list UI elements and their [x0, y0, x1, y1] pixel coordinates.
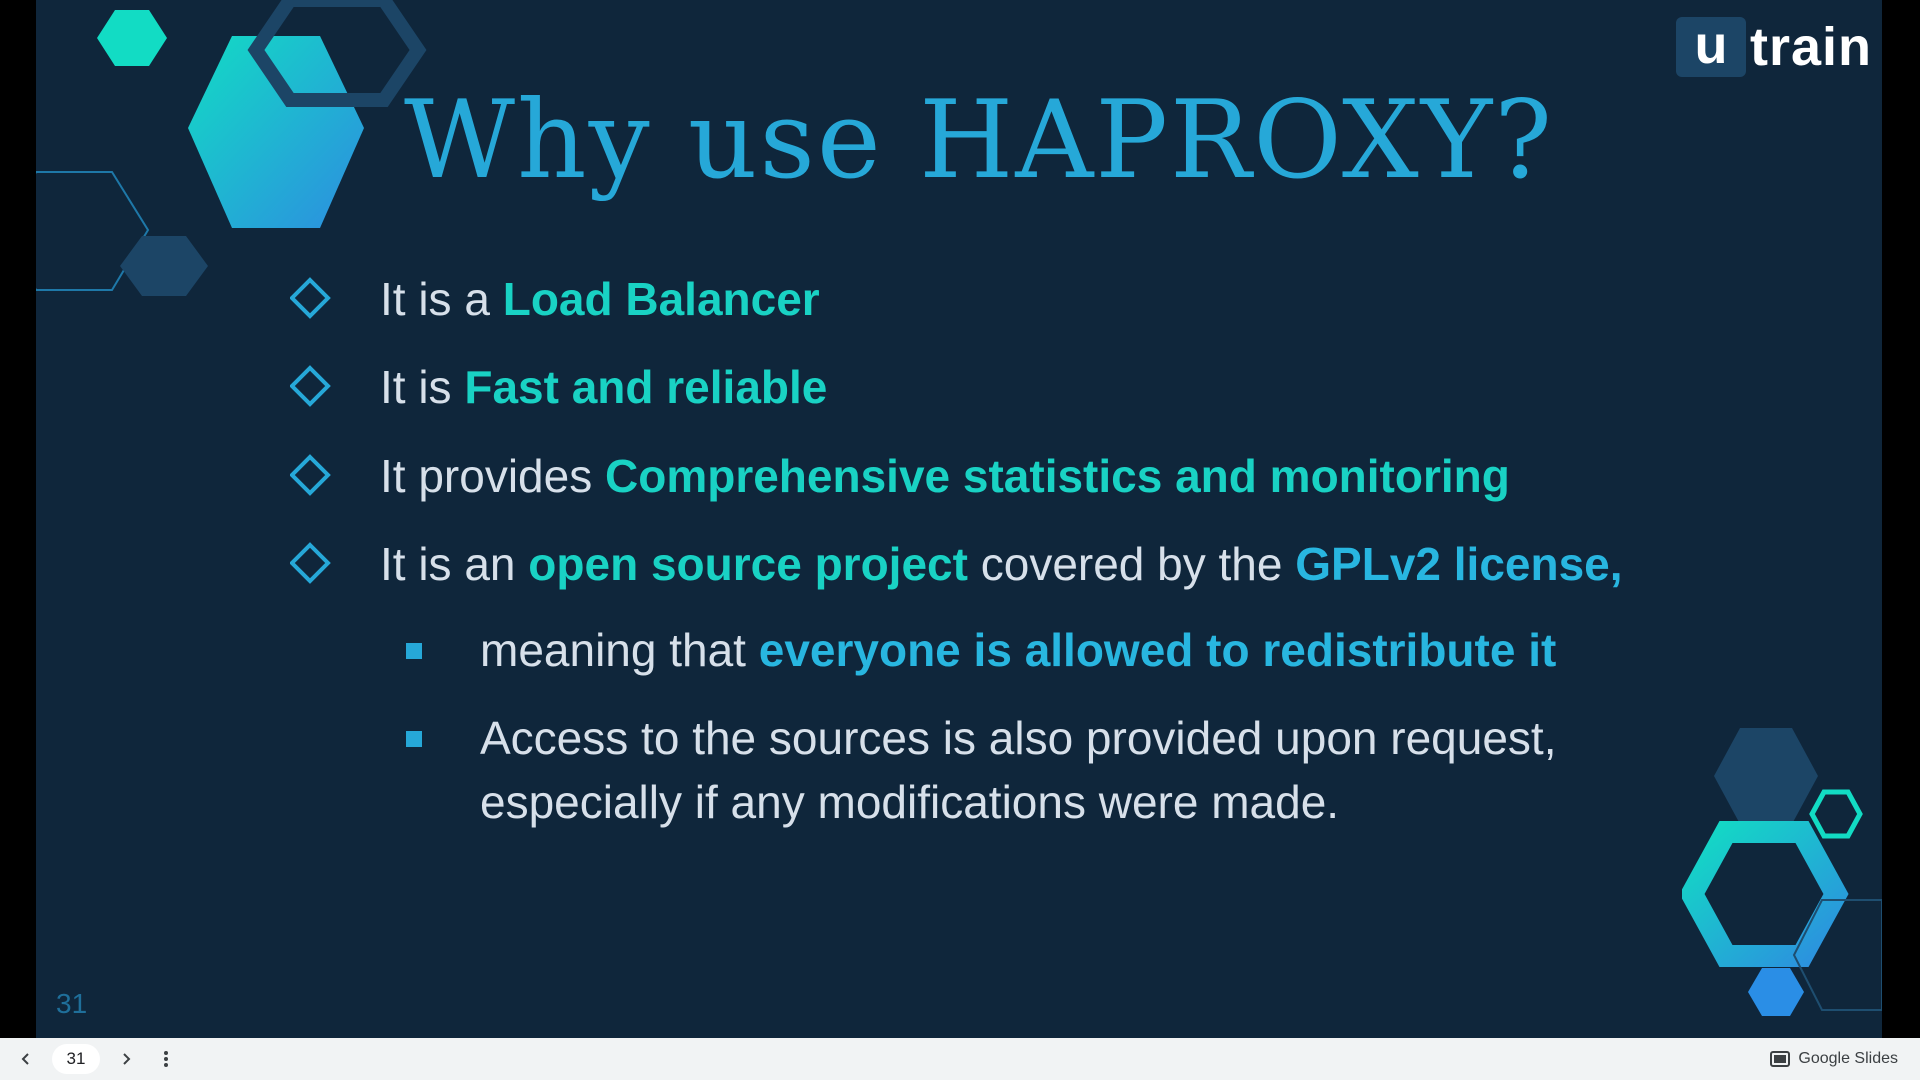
square-bullet-icon	[406, 731, 422, 747]
diamond-bullet-icon	[290, 449, 352, 501]
hexagon-shape	[1809, 789, 1863, 839]
logo-u-mark: u	[1675, 17, 1746, 77]
slides-presentation-icon	[1770, 1051, 1791, 1067]
bullet-text: covered by the	[967, 538, 1296, 590]
hexagon-decoration-bottom-right	[1682, 728, 1882, 1016]
bullet-item: It is an open source project covered by …	[290, 537, 1623, 591]
hexagon-shape	[1748, 968, 1804, 1016]
sub-bullet-item: meaning that everyone is allowed to redi…	[406, 618, 1556, 682]
utrain-logo: u train	[1675, 16, 1872, 78]
sub-bullet-text: meaning that everyone is allowed to redi…	[480, 618, 1556, 682]
bullet-highlight: Comprehensive statistics and monitoring	[605, 450, 1510, 502]
bullet-highlight-license: GPLv2 license,	[1295, 538, 1623, 590]
logo-wordmark: train	[1749, 17, 1872, 77]
hexagon-decoration-top-left	[36, 0, 427, 296]
diamond-bullet-icon	[290, 272, 352, 324]
bullet-item: It is a Load Balancer	[290, 272, 820, 326]
next-slide-button[interactable]	[106, 1039, 146, 1079]
sub-bullet-highlight: everyone is allowed to redistribute it	[758, 624, 1557, 676]
diamond-bullet-icon	[290, 360, 352, 412]
presentation-toolbar: 31 Google Slides	[0, 1038, 1920, 1080]
bullet-item: It is Fast and reliable	[290, 360, 827, 414]
hexagon-shape	[97, 10, 167, 66]
chevron-right-icon	[123, 1053, 131, 1065]
bullet-highlight: Load Balancer	[502, 273, 820, 325]
more-vert-icon	[164, 1051, 168, 1067]
bullet-highlight: Fast and reliable	[464, 361, 828, 413]
bullet-text: It provides	[380, 450, 605, 502]
bullet-text: It is	[380, 361, 465, 413]
previous-slide-button[interactable]	[6, 1039, 46, 1079]
slide: u train Why use HAPROXY? It is a Load Ba…	[36, 0, 1882, 1038]
hexagon-shape	[1682, 821, 1849, 967]
bullet-text: It is an	[380, 538, 529, 590]
slide-number: 31	[56, 988, 88, 1019]
hexagon-shape	[188, 36, 364, 228]
diamond-bullet-icon	[290, 537, 352, 589]
chevron-left-icon	[21, 1053, 29, 1065]
bullet-item: It provides Comprehensive statistics and…	[290, 449, 1510, 503]
sub-bullet-line: Access to the sources is also provided u…	[480, 712, 1557, 764]
square-bullet-icon	[406, 643, 422, 659]
more-options-button[interactable]	[146, 1039, 186, 1079]
slide-title: Why use HAPROXY?	[404, 78, 1555, 203]
bullet-highlight: open source project	[528, 538, 968, 590]
google-slides-brand[interactable]: Google Slides	[1770, 1038, 1898, 1080]
sub-bullet-text: Access to the sources is also provided u…	[480, 706, 1557, 834]
hexagon-shape	[1714, 728, 1818, 824]
bullet-text: It is a	[380, 273, 503, 325]
sub-bullet-text-plain: meaning that	[480, 624, 759, 676]
sub-bullet-item: Access to the sources is also provided u…	[406, 706, 1557, 834]
sub-bullet-line: especially if any modifications were mad…	[480, 776, 1340, 828]
brand-label: Google Slides	[1798, 1050, 1898, 1067]
current-page-indicator[interactable]: 31	[52, 1044, 100, 1074]
hexagon-shape	[120, 236, 208, 296]
